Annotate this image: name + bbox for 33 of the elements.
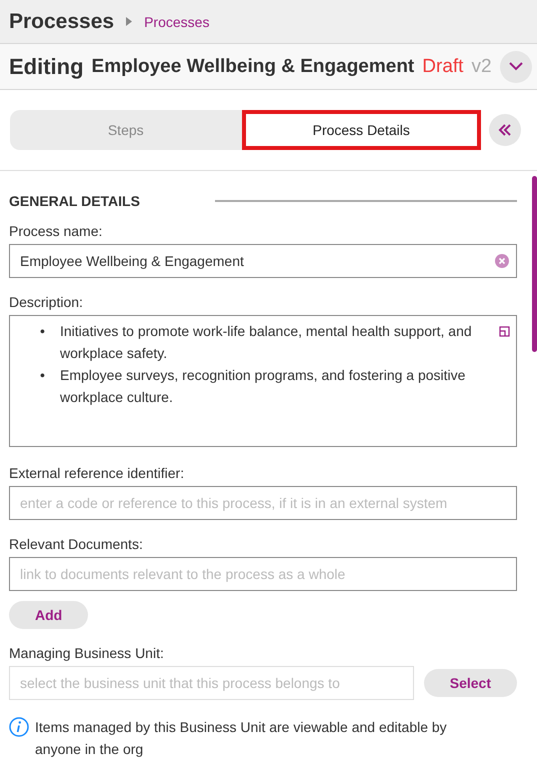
field-label: Managing Business Unit: — [9, 645, 165, 662]
bullet: • — [40, 322, 46, 341]
scrollbar[interactable] — [532, 176, 537, 352]
chevron-icon — [126, 17, 132, 26]
bullet: • — [40, 366, 46, 385]
breadcrumb-link[interactable]: Processes — [144, 14, 210, 30]
dropdown-button[interactable] — [500, 50, 532, 82]
collapse-button[interactable] — [489, 114, 521, 146]
tab[interactable]: Process Details — [242, 110, 481, 150]
clear-icon[interactable] — [495, 254, 509, 268]
double-chevron-left-icon — [498, 123, 512, 137]
text-field[interactable]: Employee Wellbeing & Engagement — [9, 244, 517, 278]
status-label: Draft — [422, 56, 464, 78]
page-title: Processes — [9, 10, 114, 34]
description-item: Employee surveys, recognition programs, and fostering a positive workplace culture. — [60, 366, 466, 407]
field-label: Relevant Documents: — [9, 536, 144, 553]
section-title: GENERAL DETAILS — [9, 193, 141, 209]
field-label: Process name: — [9, 223, 104, 240]
version-label: v2 — [471, 56, 492, 78]
add-button[interactable]: Add — [9, 601, 88, 629]
field-label: Description: — [9, 294, 84, 311]
description-item: Initiatives to promote work-life balance, mental health support, and workplace safety. — [60, 322, 473, 363]
select-button[interactable]: Select — [424, 669, 517, 697]
description-field[interactable]: • Initiatives to promote work-life balance, mental health support, and workplace safety. • Employee surveys, recognition programs, and fostering a positive workplace culture. — [9, 315, 517, 447]
info-icon — [9, 717, 29, 737]
editing-label: Editing — [9, 54, 84, 80]
expand-icon[interactable] — [499, 326, 510, 337]
process-title: Employee Wellbeing & Engagement — [92, 56, 414, 78]
info-text: Items managed by this Business Unit are viewable and editable by anyone in the org — [35, 718, 448, 759]
chevron-down-icon — [508, 62, 523, 71]
field-label: External reference identifier: — [9, 465, 186, 482]
text-field[interactable]: enter a code or reference to this process, if it is in an external system — [9, 486, 517, 520]
text-field[interactable]: link to documents relevant to the process as a whole — [9, 557, 517, 591]
